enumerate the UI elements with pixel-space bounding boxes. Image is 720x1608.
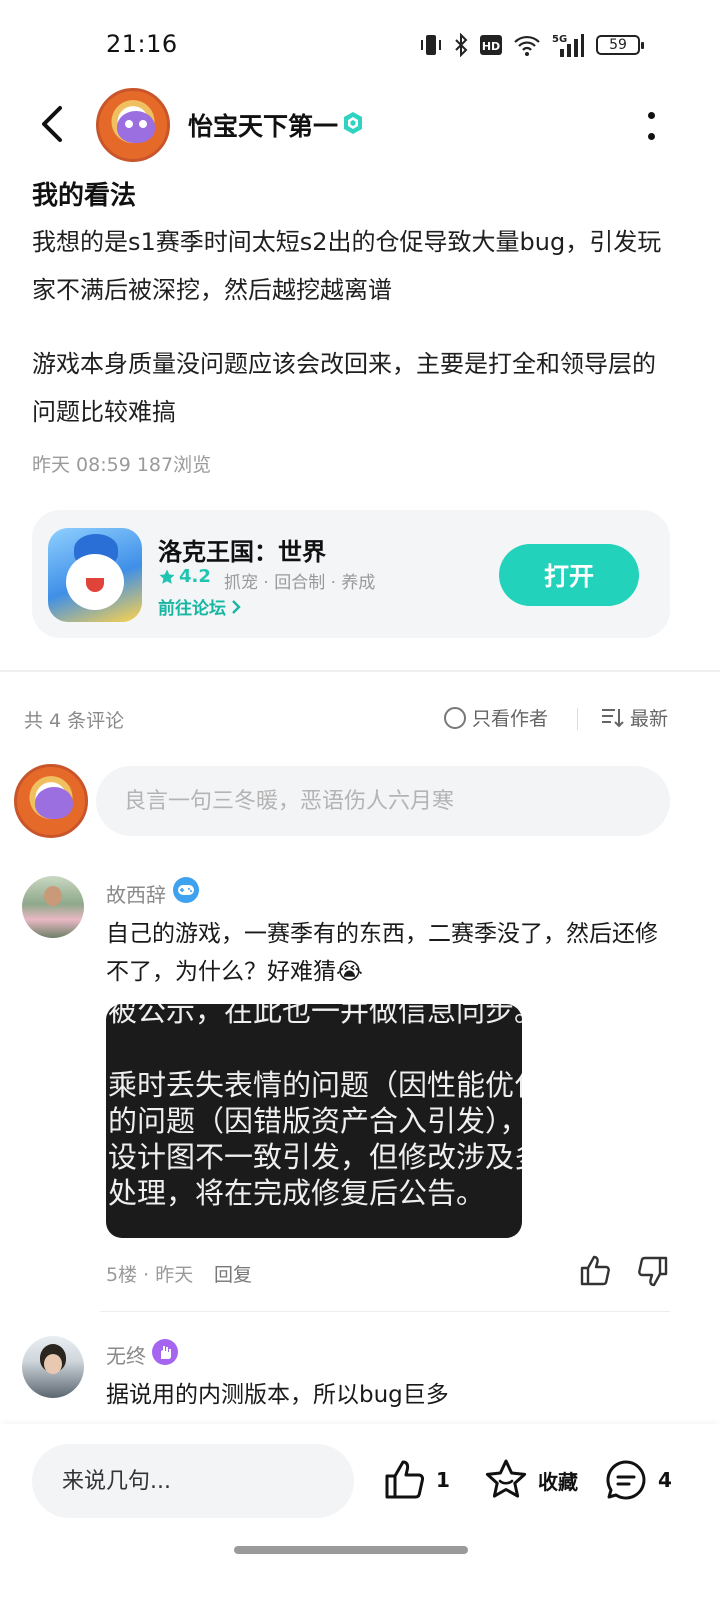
thumbs-down-icon[interactable] [636,1254,670,1288]
game-rating-value: 4.2 [179,566,211,587]
gamepad-icon [173,877,199,903]
bluetooth-icon [455,33,468,57]
author-only-label: 只看作者 [472,708,549,730]
comment-input[interactable] [96,766,670,836]
sort-label: 最新 [630,708,669,730]
status-icons: HD 5G 59 [420,32,644,58]
author-only-toggle[interactable]: 只看作者 [444,704,548,731]
my-avatar [14,764,88,838]
image-text-line: 设计图不一致引发，但修改涉及多 [108,1140,522,1174]
favorite-button[interactable]: 收藏 [484,1458,578,1502]
comment-bubble-icon [606,1460,646,1500]
chevron-right-icon [232,599,241,614]
favorite-label: 收藏 [538,1469,578,1494]
commenter-avatar[interactable] [22,1336,84,1398]
svg-text:HD: HD [482,40,500,53]
reply-button[interactable]: 回复 [214,1260,252,1287]
radio-icon [444,706,466,729]
comment-divider [100,1311,670,1312]
game-tags: 抓宠 · 回合制 · 养成 [224,573,376,593]
like-count: 1 [436,1468,450,1492]
comment-total: 4 [658,1468,672,1492]
hand-icon [152,1339,178,1365]
open-game-button[interactable]: 打开 [499,544,639,606]
filter-separator [577,708,578,730]
comment-image[interactable]: 被公示，在此也一并做信息同步。 乘时丢失表情的问题（因性能优化 的问题（因错版资… [106,1004,522,1238]
status-time: 21:16 [106,30,178,58]
game-name: 洛克王国：世界 [158,538,326,566]
comment-meta: 5楼 · 昨天 [106,1264,194,1286]
game-app-icon[interactable] [48,528,142,622]
commenter-name[interactable]: 无终 [106,1340,146,1369]
hd-icon: HD [480,35,502,55]
comments-button[interactable]: 4 [604,1458,672,1502]
sort-toggle[interactable]: 最新 [600,704,668,731]
commenter-avatar[interactable] [22,876,84,938]
battery-icon: 59 [596,35,644,55]
image-text-line: 被公示，在此也一并做信息同步。 [108,1004,522,1028]
author-avatar[interactable] [96,88,170,162]
author-name[interactable]: 怡宝天下第一 [188,107,338,143]
vibrate-icon [421,35,441,55]
section-divider [0,670,720,672]
back-icon[interactable] [36,104,68,144]
post-paragraph: 游戏本身质量没问题应该会改回来，主要是打全和领导层的问题比较难搞 [32,350,656,426]
game-rating: 4.2 [158,566,211,587]
more-options-icon[interactable] [644,112,658,140]
post-meta: 昨天 08:59 187浏览 [32,454,212,476]
forum-link[interactable]: 前往论坛 [158,594,242,619]
thumbs-up-icon [385,1460,425,1499]
image-text-line: 乘时丢失表情的问题（因性能优化 [108,1068,522,1102]
comment-count: 共 4 条评论 [24,710,125,732]
wifi-icon [514,35,540,56]
comment-text: 自己的游戏，一赛季有的东西，二赛季没了，然后还修不了，为什么？好难猜😭 [106,921,658,985]
home-indicator[interactable] [234,1546,468,1554]
image-text-line: 处理，将在完成修复后公告。 [108,1176,486,1210]
commenter-name[interactable]: 故西辞 [106,879,166,908]
image-text-line: 的问题（因错版资产合入引发）， [108,1104,522,1138]
forum-link-label: 前往论坛 [158,599,226,619]
star-smile-icon [485,1459,527,1498]
post-title: 我的看法 [32,181,137,211]
thumbs-up-icon[interactable] [578,1254,612,1288]
comment-text: 据说用的内测版本，所以bug巨多 [106,1382,449,1408]
like-button[interactable]: 1 [382,1458,450,1502]
say-something-input[interactable] [32,1444,354,1518]
signal-5g-icon: 5G [552,34,584,57]
svg-text:5G: 5G [552,34,567,45]
sort-icon [602,708,624,727]
verified-badge-icon [344,112,362,134]
star-icon [159,569,175,584]
post-paragraph: 我想的是s1赛季时间太短s2出的仓促导致大量bug，引发玩家不满后被深挖，然后越… [32,228,662,304]
